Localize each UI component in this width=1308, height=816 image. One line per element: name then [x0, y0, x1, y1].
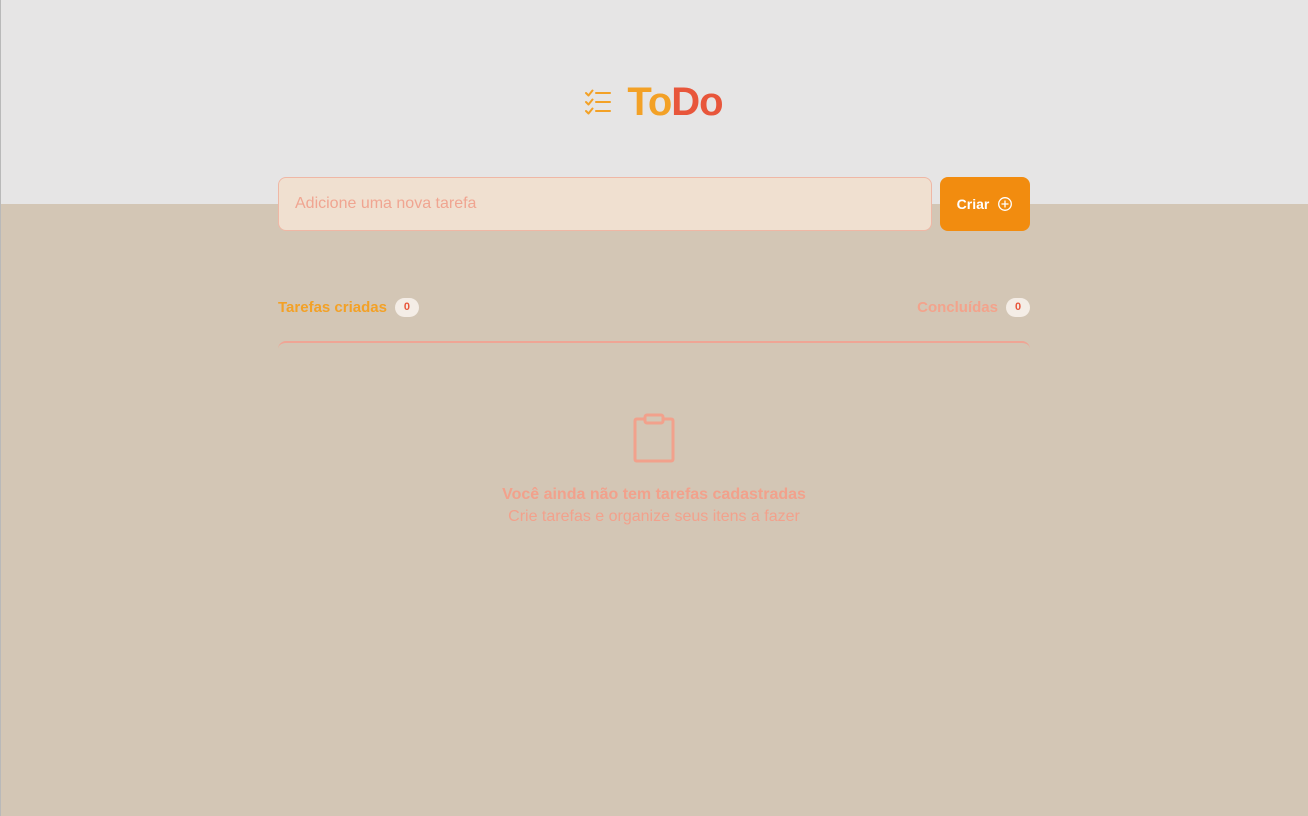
logo-text-do: Do — [671, 80, 723, 124]
empty-state: Você ainda não tem tarefas cadastradas C… — [278, 410, 1030, 528]
create-button-label: Criar — [956, 196, 990, 212]
empty-state-subtitle: Crie tarefas e organize seus itens a faz… — [508, 508, 800, 525]
clipboard-icon — [633, 413, 675, 463]
task-list-divider — [278, 341, 1030, 349]
checklist-icon — [585, 89, 612, 115]
new-task-input[interactable] — [278, 177, 932, 231]
done-counter: Concluídas 0 — [917, 297, 1030, 317]
created-count-badge: 0 — [394, 297, 419, 317]
logo-wordmark: ToDo — [627, 78, 723, 126]
empty-state-title: Você ainda não tem tarefas cadastradas — [502, 486, 806, 503]
done-tasks-label: Concluídas — [917, 298, 998, 316]
created-counter: Tarefas criadas 0 — [278, 297, 419, 317]
create-button[interactable]: Criar — [940, 177, 1030, 231]
done-count-badge: 0 — [1006, 297, 1030, 317]
app-logo: ToDo — [0, 78, 1308, 126]
plus-circle-icon — [998, 197, 1013, 211]
task-counters: Tarefas criadas 0 Concluídas 0 — [278, 296, 1030, 318]
created-tasks-label: Tarefas criadas — [278, 298, 387, 316]
logo-text-to: To — [627, 80, 672, 124]
new-task-form: Criar — [278, 177, 1030, 231]
